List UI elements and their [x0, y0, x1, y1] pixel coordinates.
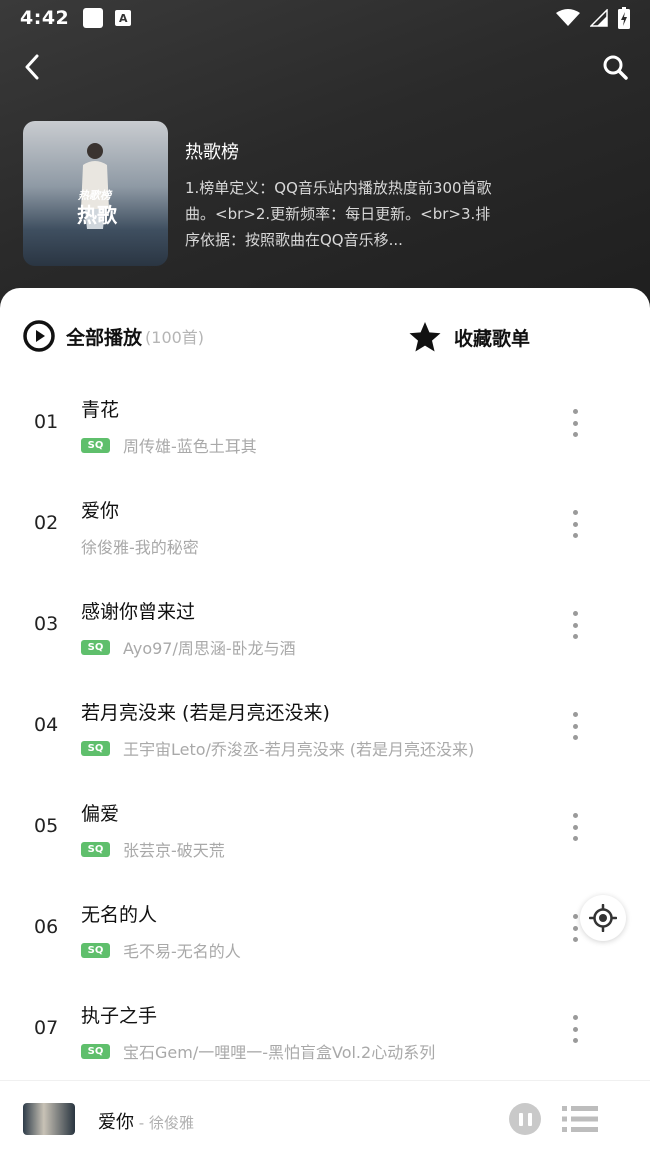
- signal-icon: [590, 9, 608, 27]
- status-bar: 4:42 A: [0, 0, 650, 36]
- song-artist-album: 徐俊雅-我的秘密: [81, 538, 199, 557]
- back-button[interactable]: [16, 50, 48, 84]
- more-vertical-icon: [572, 409, 578, 414]
- toolbar: [0, 44, 650, 90]
- action-bar: 全部播放 (100首) 收藏歌单: [0, 288, 650, 378]
- playlist-title: 热歌榜: [185, 142, 239, 163]
- song-title: 执子之手: [81, 1005, 158, 1027]
- star-icon: [409, 322, 441, 352]
- play-circle-icon: [23, 320, 55, 352]
- more-options-button[interactable]: [565, 608, 585, 642]
- song-list: 01 青花 SQ 周传雄-蓝色土耳其 02 爱你 徐俊雅-我的秘密 03 感谢你…: [0, 372, 650, 1079]
- sq-badge: SQ: [81, 437, 110, 453]
- playlist-description[interactable]: 1.榜单定义：QQ音乐站内播放热度前300首歌曲。<br>2.更新频率：每日更新…: [185, 175, 505, 253]
- pause-button[interactable]: [509, 1103, 541, 1135]
- more-vertical-icon: [572, 611, 578, 616]
- more-vertical-icon: [572, 510, 578, 515]
- song-artist-album: Ayo97/周思涵-卧龙与酒: [123, 639, 296, 658]
- more-options-button[interactable]: [565, 507, 585, 541]
- more-options-button[interactable]: [565, 406, 585, 440]
- song-row[interactable]: 06 无名的人 SQ 毛不易-无名的人: [0, 877, 650, 978]
- more-vertical-icon: [572, 712, 578, 717]
- mini-player-cover: [23, 1103, 75, 1135]
- more-options-button[interactable]: [565, 810, 585, 844]
- search-button[interactable]: [598, 50, 632, 84]
- song-artist-album: 张芸京-破天荒: [123, 841, 225, 860]
- more-vertical-icon: [572, 914, 578, 919]
- song-index: 04: [34, 714, 59, 736]
- song-title: 若月亮没来 (若是月亮还没来): [81, 702, 330, 724]
- chevron-left-icon: [25, 54, 39, 80]
- song-row[interactable]: 04 若月亮没来 (若是月亮还没来) SQ 王宇宙Leto/乔浚丞-若月亮没来 …: [0, 675, 650, 776]
- cover-text-main: 热歌: [77, 203, 117, 227]
- status-time: 4:42: [20, 7, 70, 29]
- mini-player-song-title: 爱你: [98, 1112, 134, 1133]
- mini-player[interactable]: 爱你 - 徐俊雅: [0, 1080, 650, 1154]
- search-icon: [603, 55, 628, 80]
- locate-target-icon: [589, 904, 617, 932]
- collect-playlist-button[interactable]: 收藏歌单: [408, 320, 530, 354]
- song-row[interactable]: 02 爱你 徐俊雅-我的秘密: [0, 473, 650, 574]
- song-index: 05: [34, 815, 59, 837]
- sq-badge: SQ: [81, 639, 110, 655]
- song-list-card: 全部播放 (100首) 收藏歌单 01 青花 SQ 周传雄-蓝色土耳其 02 爱…: [0, 288, 650, 1154]
- song-title: 感谢你曾来过: [81, 601, 196, 623]
- play-all-label: 全部播放: [66, 326, 143, 349]
- song-artist-album: 宝石Gem/一哩哩一-黑怕盲盒Vol.2心动系列: [123, 1043, 436, 1062]
- song-row[interactable]: 07 执子之手 SQ 宝石Gem/一哩哩一-黑怕盲盒Vol.2心动系列: [0, 978, 650, 1079]
- sq-badge: SQ: [81, 1043, 110, 1059]
- mini-player-title-line: 爱你 - 徐俊雅: [98, 1108, 194, 1134]
- more-vertical-icon: [572, 813, 578, 818]
- sq-badge: SQ: [81, 740, 110, 756]
- song-index: 01: [34, 411, 59, 433]
- more-options-button[interactable]: [565, 1012, 585, 1046]
- mini-player-artist: - 徐俊雅: [134, 1114, 194, 1132]
- song-index: 07: [34, 1017, 59, 1039]
- song-artist-album: 王宇宙Leto/乔浚丞-若月亮没来 (若是月亮还没来): [123, 740, 475, 759]
- song-index: 06: [34, 916, 59, 938]
- more-options-button[interactable]: [565, 709, 585, 743]
- song-title: 偏爱: [81, 803, 120, 825]
- playlist-cover: 热歌榜 热歌: [23, 121, 168, 266]
- song-row[interactable]: 01 青花 SQ 周传雄-蓝色土耳其: [0, 372, 650, 473]
- sq-badge: SQ: [81, 942, 110, 958]
- more-vertical-icon: [572, 1015, 578, 1020]
- collect-label: 收藏歌单: [454, 327, 531, 350]
- pause-icon: [518, 1112, 523, 1126]
- wifi-icon: [556, 9, 580, 26]
- playlist-queue-icon[interactable]: [562, 1104, 598, 1134]
- battery-icon: [618, 7, 630, 29]
- song-title: 无名的人: [81, 904, 158, 926]
- song-row[interactable]: 05 偏爱 SQ 张芸京-破天荒: [0, 776, 650, 877]
- song-title: 爱你: [81, 500, 120, 522]
- song-row[interactable]: 03 感谢你曾来过 SQ Ayo97/周思涵-卧龙与酒: [0, 574, 650, 675]
- accessibility-icon: A: [115, 10, 132, 26]
- song-artist-album: 周传雄-蓝色土耳其: [123, 437, 257, 456]
- song-title: 青花: [81, 399, 120, 421]
- sq-badge: SQ: [81, 841, 110, 857]
- app-notification-icon: [83, 8, 104, 28]
- locate-current-song-button[interactable]: [580, 895, 626, 941]
- song-index: 02: [34, 512, 59, 534]
- song-artist-album: 毛不易-无名的人: [123, 942, 241, 961]
- song-index: 03: [34, 613, 59, 635]
- song-count: (100首): [145, 328, 205, 347]
- play-all-button[interactable]: 全部播放 (100首): [23, 320, 204, 352]
